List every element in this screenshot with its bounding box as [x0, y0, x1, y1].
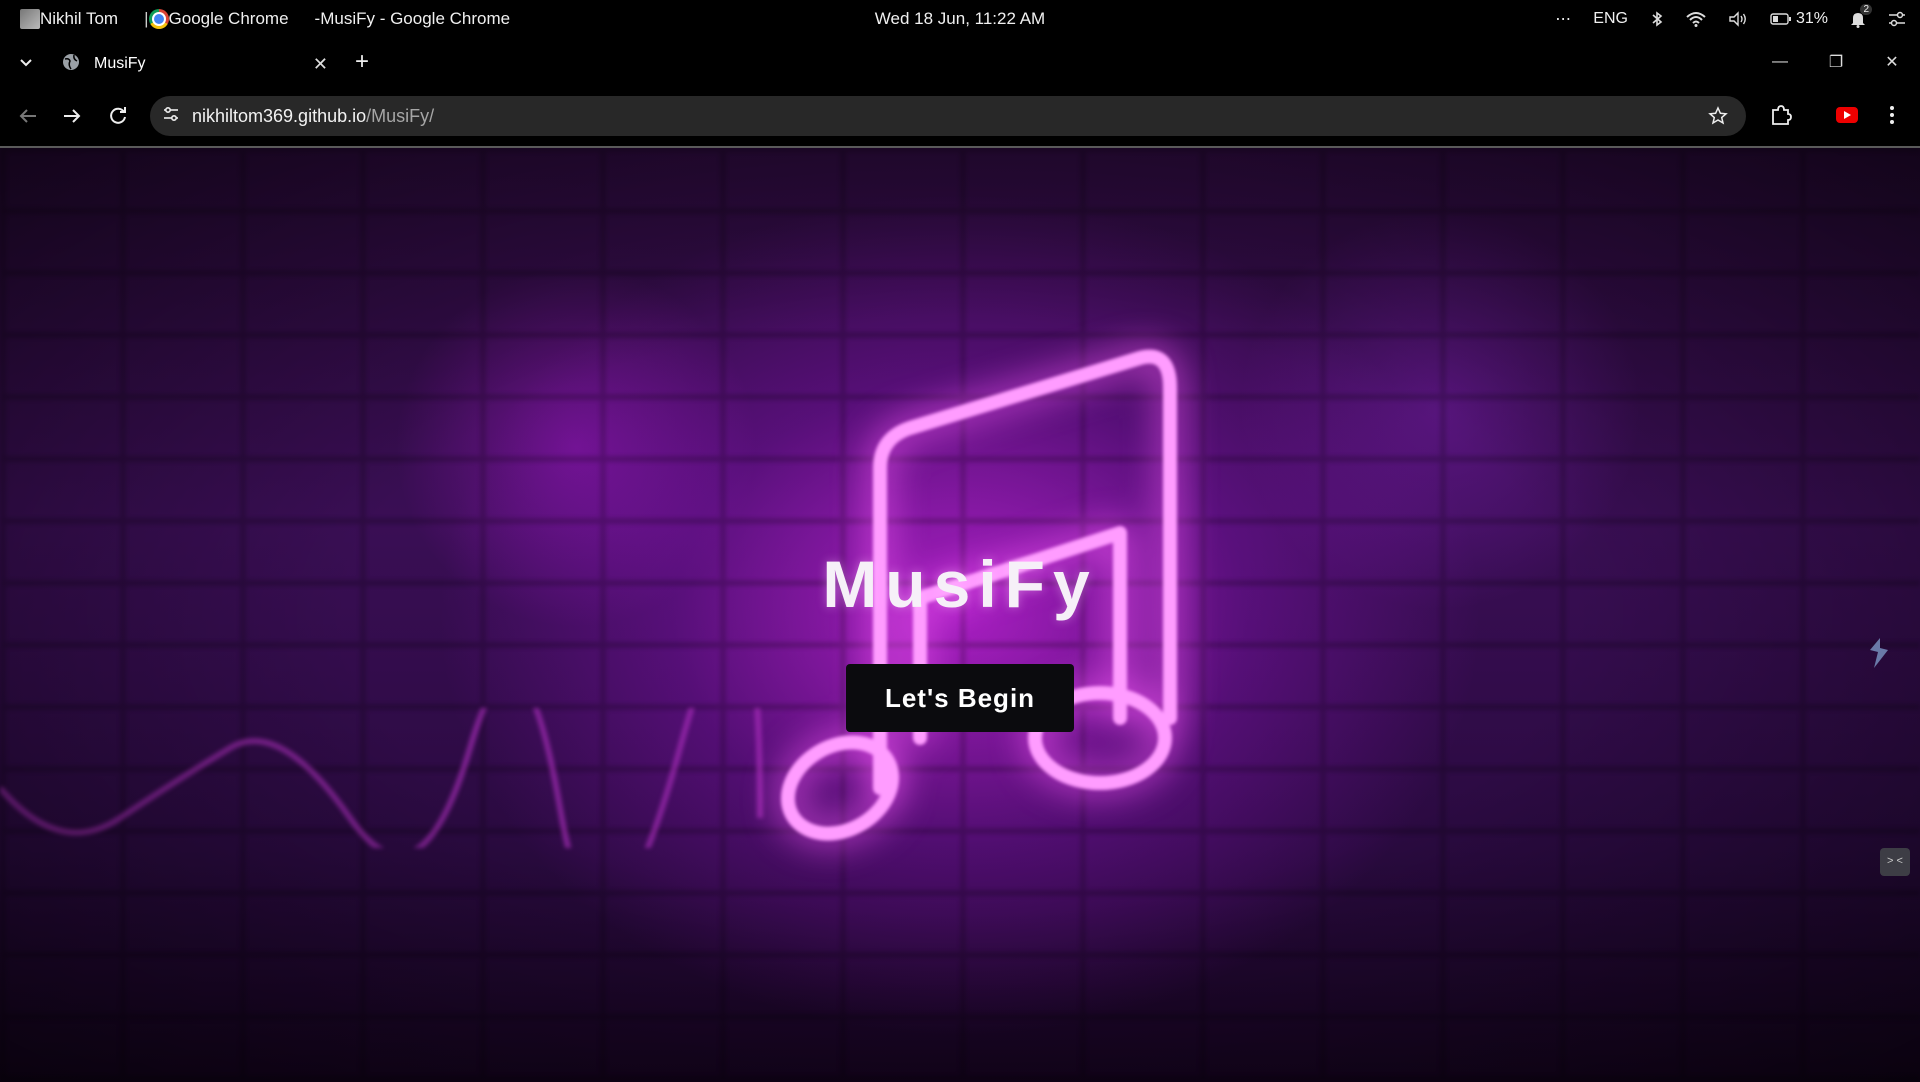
globe-icon — [62, 53, 80, 76]
youtube-extension-icon[interactable] — [1836, 107, 1858, 123]
minimize-button[interactable]: — — [1752, 53, 1808, 71]
chrome-logo-icon — [148, 9, 169, 29]
site-info-tune-icon[interactable] — [162, 105, 180, 128]
tab-title: MusiFy — [94, 55, 146, 72]
bluetooth-icon[interactable] — [1650, 11, 1664, 27]
new-tab-button[interactable]: + — [355, 48, 369, 76]
title-separator: | — [144, 9, 149, 28]
page-viewport: MusiFy Let's Begin > < — [0, 146, 1920, 1082]
chrome-menu-icon[interactable] — [1888, 104, 1896, 131]
address-bar[interactable]: nikhiltom369.github.io/MusiFy/ — [150, 96, 1746, 136]
volume-icon[interactable] — [1728, 11, 1748, 27]
overflow-icon[interactable]: ⋯ — [1555, 9, 1571, 29]
user-avatar[interactable] — [20, 9, 40, 29]
window-controls: — ❐ ✕ — [1752, 38, 1920, 86]
tab-search-chevron-down-icon[interactable] — [16, 52, 36, 72]
battery-percent: 31% — [1795, 10, 1828, 27]
language-indicator[interactable]: ENG — [1593, 10, 1628, 28]
wifi-icon[interactable] — [1686, 11, 1706, 27]
notification-count: 2 — [1860, 4, 1872, 15]
system-tray: ⋯ ENG 31% 2 — [1555, 0, 1906, 38]
clock[interactable]: Wed 18 Jun, 11:22 AM — [875, 0, 1045, 38]
url-text[interactable]: nikhiltom369.github.io/MusiFy/ — [192, 106, 434, 127]
window-title: MusiFy - Google Chrome — [320, 9, 511, 28]
tab-bar: MusiFy ✕ — [0, 38, 1920, 86]
floating-chat-icon[interactable]: > < — [1880, 848, 1910, 876]
notification-bell-icon[interactable]: 2 — [1850, 4, 1872, 28]
system-top-bar: Nikhil Tom | Google Chrome - MusiFy - Go… — [0, 0, 1920, 38]
active-app-name: Google Chrome — [168, 9, 289, 28]
page-title: MusiFy — [822, 547, 1098, 621]
battery-icon — [1770, 13, 1791, 25]
quick-settings-icon[interactable] — [1888, 11, 1906, 27]
battery-status[interactable]: 31% — [1770, 10, 1828, 28]
url-host: nikhiltom369.github.io — [192, 105, 367, 126]
tab-close-icon[interactable]: ✕ — [313, 54, 328, 75]
user-name[interactable]: Nikhil Tom — [40, 9, 118, 29]
url-path: /MusiFy/ — [366, 105, 435, 126]
bookmark-star-icon[interactable] — [1708, 106, 1728, 131]
extensions-puzzle-icon[interactable] — [1770, 104, 1792, 131]
restore-button[interactable]: ❐ — [1808, 52, 1864, 72]
forward-arrow-icon[interactable] — [60, 104, 84, 128]
reload-icon[interactable] — [106, 104, 130, 128]
close-window-button[interactable]: ✕ — [1864, 52, 1920, 72]
back-arrow-icon[interactable] — [16, 104, 40, 128]
floating-extension-logo-icon[interactable] — [1864, 636, 1894, 675]
browser-tab-musify[interactable]: MusiFy ✕ — [50, 42, 340, 86]
lets-begin-button[interactable]: Let's Begin — [846, 664, 1074, 732]
